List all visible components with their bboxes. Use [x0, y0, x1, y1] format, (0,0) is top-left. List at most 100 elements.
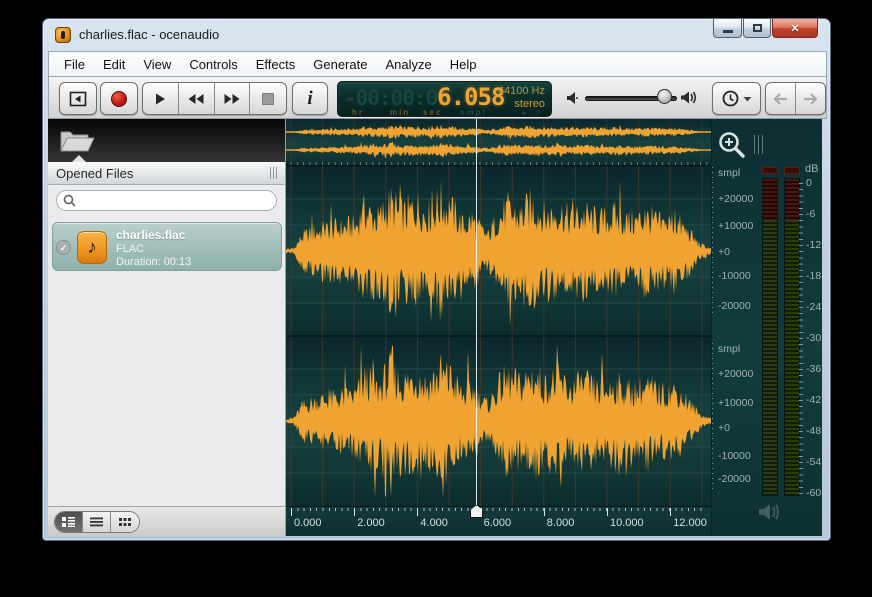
play-button[interactable] [143, 83, 179, 114]
sidebar: Opened Files ✓ ♪ charlies.flac FLAC Dura… [48, 119, 286, 536]
list-icon [90, 517, 103, 527]
search-input[interactable] [76, 192, 276, 209]
unit-hr: hr [352, 108, 364, 117]
amp-label: +0 [718, 246, 730, 258]
db-label: 0 [806, 177, 812, 189]
db-label: -42 [806, 394, 821, 406]
minimize-button[interactable] [713, 19, 742, 38]
amp-label: +10000 [718, 397, 753, 409]
opened-file-item[interactable]: ✓ ♪ charlies.flac FLAC Duration: 00:13 [52, 222, 282, 271]
panel-grip[interactable] [270, 167, 277, 179]
menu-help[interactable]: Help [441, 54, 486, 75]
stop-button[interactable] [250, 83, 286, 114]
amp-label: -10000 [718, 270, 751, 282]
time-format-dropdown[interactable] [712, 82, 761, 115]
view-mode-switcher [54, 511, 140, 533]
ruler-label: 6.000 [484, 517, 512, 529]
ruler-label: 8.000 [547, 517, 575, 529]
rewind-button[interactable] [179, 83, 215, 114]
playhead-line [476, 119, 477, 510]
ruler-major-tick [354, 508, 355, 516]
title-bar[interactable]: charlies.flac - ocenaudio ✕ [43, 19, 830, 50]
arrow-left-icon [773, 93, 788, 105]
clip-indicator-left[interactable] [762, 167, 778, 174]
skip-to-start-button[interactable] [59, 82, 97, 115]
ruler-label: 10.000 [610, 517, 644, 529]
amp-label: +20000 [718, 193, 753, 205]
ruler-major-tick [417, 508, 418, 516]
unit-min: min [390, 108, 410, 117]
meter-grip[interactable] [754, 135, 763, 154]
ruler-label: 12.000 [673, 517, 707, 529]
ruler-major-tick [544, 508, 545, 516]
amp-label: +10000 [718, 220, 753, 232]
amp-label: -20000 [718, 300, 751, 312]
info-button[interactable]: i [292, 82, 328, 115]
fast-forward-icon [223, 93, 241, 105]
view-list-button[interactable] [83, 512, 111, 532]
audio-file-icon: ♪ [77, 231, 107, 264]
view-detailed-list-button[interactable] [55, 512, 83, 532]
amp-label: -10000 [718, 450, 751, 462]
desktop-background: charlies.flac - ocenaudio ✕ FileEditView… [0, 0, 872, 597]
volume-knob[interactable] [657, 89, 672, 104]
opened-files-folder-icon[interactable] [58, 125, 96, 155]
menu-generate[interactable]: Generate [304, 54, 376, 75]
record-icon [111, 91, 127, 107]
redo-forward-button[interactable] [796, 83, 825, 114]
db-label: -12 [806, 239, 821, 251]
ruler-label: 0.000 [294, 517, 322, 529]
maximize-icon [753, 24, 762, 32]
maximize-button[interactable] [743, 19, 771, 38]
menu-analyze[interactable]: Analyze [376, 54, 440, 75]
toolbar: i -00:00:06.058 hr min sec smpl 44100 Hz… [48, 76, 827, 119]
ruler-major-tick [607, 508, 608, 516]
zoom-in-icon[interactable] [717, 130, 747, 160]
ruler-label: 4.000 [420, 517, 448, 529]
menu-view[interactable]: View [134, 54, 180, 75]
ruler-major-tick [291, 508, 292, 516]
sidebar-tab-strip [48, 119, 285, 162]
db-label: -60 [806, 487, 821, 499]
level-meter-right [784, 178, 800, 496]
level-meter-left [762, 178, 778, 496]
db-label: -18 [806, 270, 821, 282]
grid-icon [119, 518, 131, 527]
menu-edit[interactable]: Edit [94, 54, 134, 75]
amp-label: smpl [718, 167, 740, 179]
search-box[interactable] [56, 190, 277, 211]
sidebar-footer [48, 506, 285, 536]
clock-icon [722, 90, 739, 107]
close-button[interactable]: ✕ [772, 19, 818, 38]
ruler-label: 2.000 [357, 517, 385, 529]
amp-label: -20000 [718, 473, 751, 485]
monitor-speaker-icon[interactable] [758, 501, 784, 523]
waveform-overview[interactable] [286, 119, 711, 166]
menu-controls[interactable]: Controls [180, 54, 246, 75]
db-label: -6 [806, 208, 815, 220]
file-format: FLAC [116, 243, 191, 255]
view-grid-button[interactable] [111, 512, 139, 532]
record-button[interactable] [100, 82, 138, 115]
detailed-list-icon [62, 517, 75, 527]
file-selected-check-icon: ✓ [56, 240, 71, 255]
time-ruler[interactable]: 0.000 2.000 4.000 6.000 8.000 10.000 12.000 [286, 506, 711, 536]
clip-indicator-right[interactable] [784, 167, 800, 174]
unit-sec: sec [423, 108, 442, 117]
transport-group [142, 82, 287, 115]
app-icon [55, 27, 71, 43]
info-icon: i [307, 88, 312, 110]
undo-back-button[interactable] [766, 83, 796, 114]
file-name: charlies.flac [116, 228, 191, 242]
skip-to-start-icon [69, 91, 87, 107]
waveform-editor[interactable] [286, 166, 711, 506]
time-ghost-digits: -00:00:0 [344, 86, 437, 110]
arrow-right-icon [803, 93, 818, 105]
amp-label: +20000 [718, 368, 753, 380]
search-area [48, 185, 285, 217]
menu-effects[interactable]: Effects [247, 54, 305, 75]
fast-forward-button[interactable] [215, 83, 251, 114]
menu-file[interactable]: File [55, 54, 94, 75]
db-label: -54 [806, 456, 821, 468]
db-scale-ticks [799, 183, 803, 497]
